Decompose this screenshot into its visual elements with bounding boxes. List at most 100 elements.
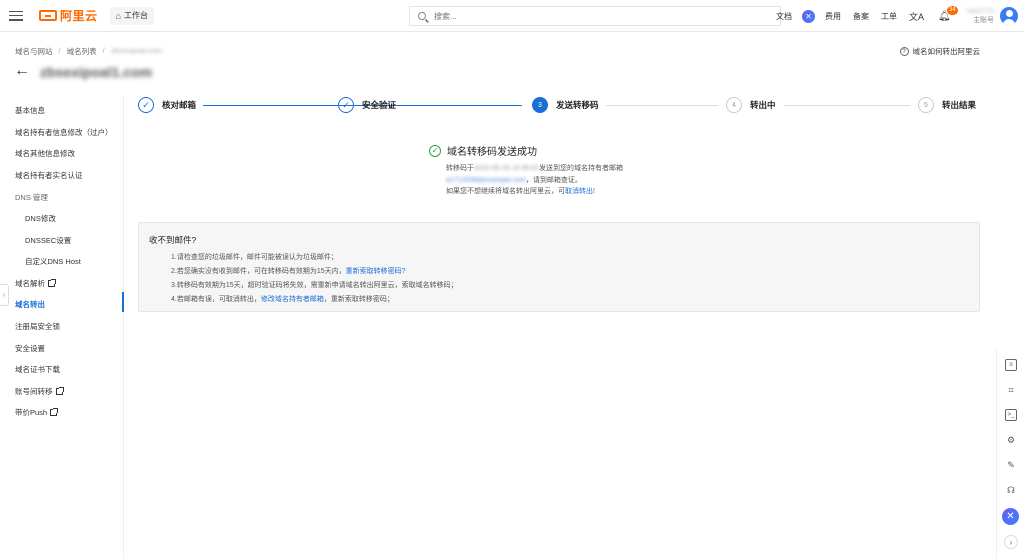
step-transfer-result: 5 转出结果 (918, 97, 976, 113)
search-box[interactable] (409, 6, 781, 26)
top-right-actions: 文档 ✕ 费用 备案 工单 文A 🔔︎ 34 hao3715 主账号 (770, 0, 1018, 32)
step-label: 转出结果 (942, 100, 977, 110)
terminal-icon[interactable]: >_ (1005, 409, 1017, 421)
workbench-button[interactable]: ⌂ 工作台 (109, 6, 154, 25)
sidebar-item-dnssec[interactable]: DNSSEC设置 (25, 235, 71, 246)
step-number: 3 (532, 97, 548, 113)
top-navigation-bar: 阿里云 ⌂ 工作台 文档 ✕ 费用 备案 工单 文A 🔔︎ 34 hao3715… (0, 0, 1024, 32)
line1-suffix: 发送到您的域名持有者邮箱 (539, 165, 623, 172)
breadcrumb-domain-list[interactable]: 域名列表 (67, 46, 97, 57)
active-indicator (122, 292, 124, 312)
sidebar-item-label: 基本信息 (15, 106, 45, 115)
cancel-transfer-link[interactable]: 取消转出! (565, 188, 595, 195)
sidebar-collapse-chevron-icon[interactable]: › (0, 284, 9, 306)
expand-icon[interactable]: › (1004, 535, 1018, 549)
sidebar-item-other-info[interactable]: 域名其他信息修改 (15, 148, 75, 159)
notice-item-text: 1.请检查您的垃圾邮件，邮件可能被误认为垃圾邮件； (171, 254, 338, 261)
modify-owner-email-link[interactable]: 修改域名持有者邮箱 (261, 296, 324, 303)
sidebar-item-dns-resolution[interactable]: 域名解析 (15, 278, 56, 289)
sidebar-item-owner-change[interactable]: 域名持有者信息修改（过户） (15, 127, 113, 138)
step-label: 转出中 (750, 100, 776, 110)
sidebar-item-dns-modify[interactable]: DNS修改 (25, 213, 56, 224)
sidebar-item-label: DNSSEC设置 (25, 236, 72, 245)
notification-bell-icon[interactable]: 🔔︎ 34 (938, 5, 958, 22)
owner-email: a1713538@example.com (446, 176, 526, 184)
line3-prefix: 如果您不想继续将域名转出阿里云，可 (446, 188, 565, 195)
success-line-3: 如果您不想继续将域名转出阿里云，可取消转出! (446, 186, 623, 198)
sidebar-item-custom-dns-host[interactable]: 自定义DNS Host (25, 256, 81, 267)
menu-icon[interactable] (9, 10, 23, 21)
document-icon[interactable]: ≡ (1005, 359, 1017, 371)
account-role: 主账号 (973, 16, 994, 24)
edit-icon[interactable]: ✎ (1005, 459, 1017, 471)
crop-icon[interactable]: ⌗ (1005, 384, 1017, 396)
sidebar-item-label: 账号间转移 (15, 387, 53, 396)
sidebar-item-label: 域名证书下载 (15, 365, 60, 374)
sidebar-item-label: 安全设置 (15, 344, 45, 353)
step-done-check-icon: ✓ (138, 97, 154, 113)
notice-item-4: 4.若邮箱有误，可取消转出，修改域名持有者邮箱，重新索取转移密码； (171, 294, 394, 304)
account-name: hao3715 (966, 7, 994, 15)
settings-icon[interactable]: ⚙ (1005, 434, 1017, 446)
sidebar-item-account-transfer[interactable]: 账号间转移 (15, 386, 64, 397)
back-arrow-icon[interactable]: ← (14, 63, 30, 79)
step-label: 发送转移码 (556, 100, 599, 110)
headset-icon[interactable]: ☊ (1005, 484, 1017, 496)
sidebar-item-priced-push[interactable]: 带价Push (15, 407, 59, 418)
breadcrumb-separator: / (58, 46, 61, 55)
sidebar-item-realname-auth[interactable]: 域名持有者实名认证 (15, 170, 83, 181)
step-security-verify: ✓ 安全验证 (338, 97, 396, 113)
sidebar: 基本信息 域名持有者信息修改（过户） 域名其他信息修改 域名持有者实名认证 DN… (0, 96, 124, 559)
success-line-2: a1713538@example.com，请到邮箱查证。 (446, 175, 623, 187)
step-number: 4 (726, 97, 742, 113)
transfer-help-link[interactable]: ? 域名如何转出阿里云 (899, 46, 980, 57)
sidebar-item-domain-transfer-out[interactable]: 域名转出 (15, 299, 45, 310)
external-link-icon (55, 387, 64, 395)
notice-item-text: 3.转移码有效期为15天，超时验证码将失效，需重新申请域名转出阿里云，索取域名转… (171, 282, 458, 289)
breadcrumb-current-domain: zbsexipoal.com (110, 46, 163, 55)
billing-link[interactable]: 费用 (825, 11, 841, 22)
step-verify-email: ✓ 核对邮箱 (138, 97, 196, 113)
step-connector (784, 105, 910, 106)
sidebar-item-registry-lock[interactable]: 注册局安全锁 (15, 321, 60, 332)
aliyun-logo[interactable]: 阿里云 (39, 7, 98, 24)
search-input[interactable] (434, 11, 734, 21)
icp-link[interactable]: 备案 (853, 11, 869, 22)
home-icon: ⌂ (115, 10, 121, 21)
resend-transfer-code-link[interactable]: 重新索取转移密码? (346, 268, 406, 275)
notice-item-text: 4.若邮箱有误，可取消转出， (171, 296, 261, 303)
sidebar-item-label: 自定义DNS Host (25, 257, 81, 266)
workbench-label: 工作台 (123, 11, 148, 20)
notification-count-badge: 34 (947, 5, 958, 15)
right-tool-rail: ≡ ⌗ >_ ⚙ ✎ ☊ ✕ › (996, 350, 1024, 559)
language-icon[interactable]: 文A (909, 10, 924, 23)
external-link-icon (48, 279, 56, 287)
step-done-check-icon: ✓ (338, 97, 354, 113)
sidebar-item-label: 域名转出 (15, 300, 45, 309)
ai-assistant-icon[interactable]: ✕ (802, 9, 816, 23)
assistant-icon[interactable]: ✕ (1002, 508, 1019, 525)
breadcrumb-domains-websites[interactable]: 域名与网站 (15, 46, 53, 57)
sidebar-item-basic-info[interactable]: 基本信息 (15, 105, 45, 116)
sidebar-item-label: 域名解析 (15, 279, 45, 288)
sidebar-item-label: 注册局安全锁 (15, 322, 60, 331)
sidebar-item-certificate-download[interactable]: 域名证书下载 (15, 364, 60, 375)
step-label: 安全验证 (362, 100, 397, 110)
email-help-notice: 收不到邮件? 1.请检查您的垃圾邮件，邮件可能被误认为垃圾邮件； 2.若您确实没… (138, 222, 980, 312)
sidebar-item-security-settings[interactable]: 安全设置 (15, 343, 45, 354)
step-connector (404, 105, 522, 106)
docs-link[interactable]: 文档 (776, 11, 792, 22)
sidebar-section-label: DNS 管理 (15, 193, 48, 202)
notice-item-text: ，重新索取转移密码； (323, 296, 394, 303)
breadcrumb-separator: / (102, 46, 105, 55)
avatar[interactable] (1000, 7, 1018, 25)
sidebar-item-label: 域名其他信息修改 (15, 149, 75, 158)
sent-time: 2022-05-25 14:36:02 (474, 165, 539, 172)
sidebar-item-label: 带价Push (15, 408, 48, 417)
logo-mark-icon (39, 10, 57, 21)
page-title: zbsexipoal1.com (40, 64, 153, 80)
account-info[interactable]: hao3715 主账号 (967, 8, 994, 25)
ticket-link[interactable]: 工单 (881, 11, 897, 22)
step-label: 核对邮箱 (162, 100, 197, 110)
step-connector (606, 105, 718, 106)
